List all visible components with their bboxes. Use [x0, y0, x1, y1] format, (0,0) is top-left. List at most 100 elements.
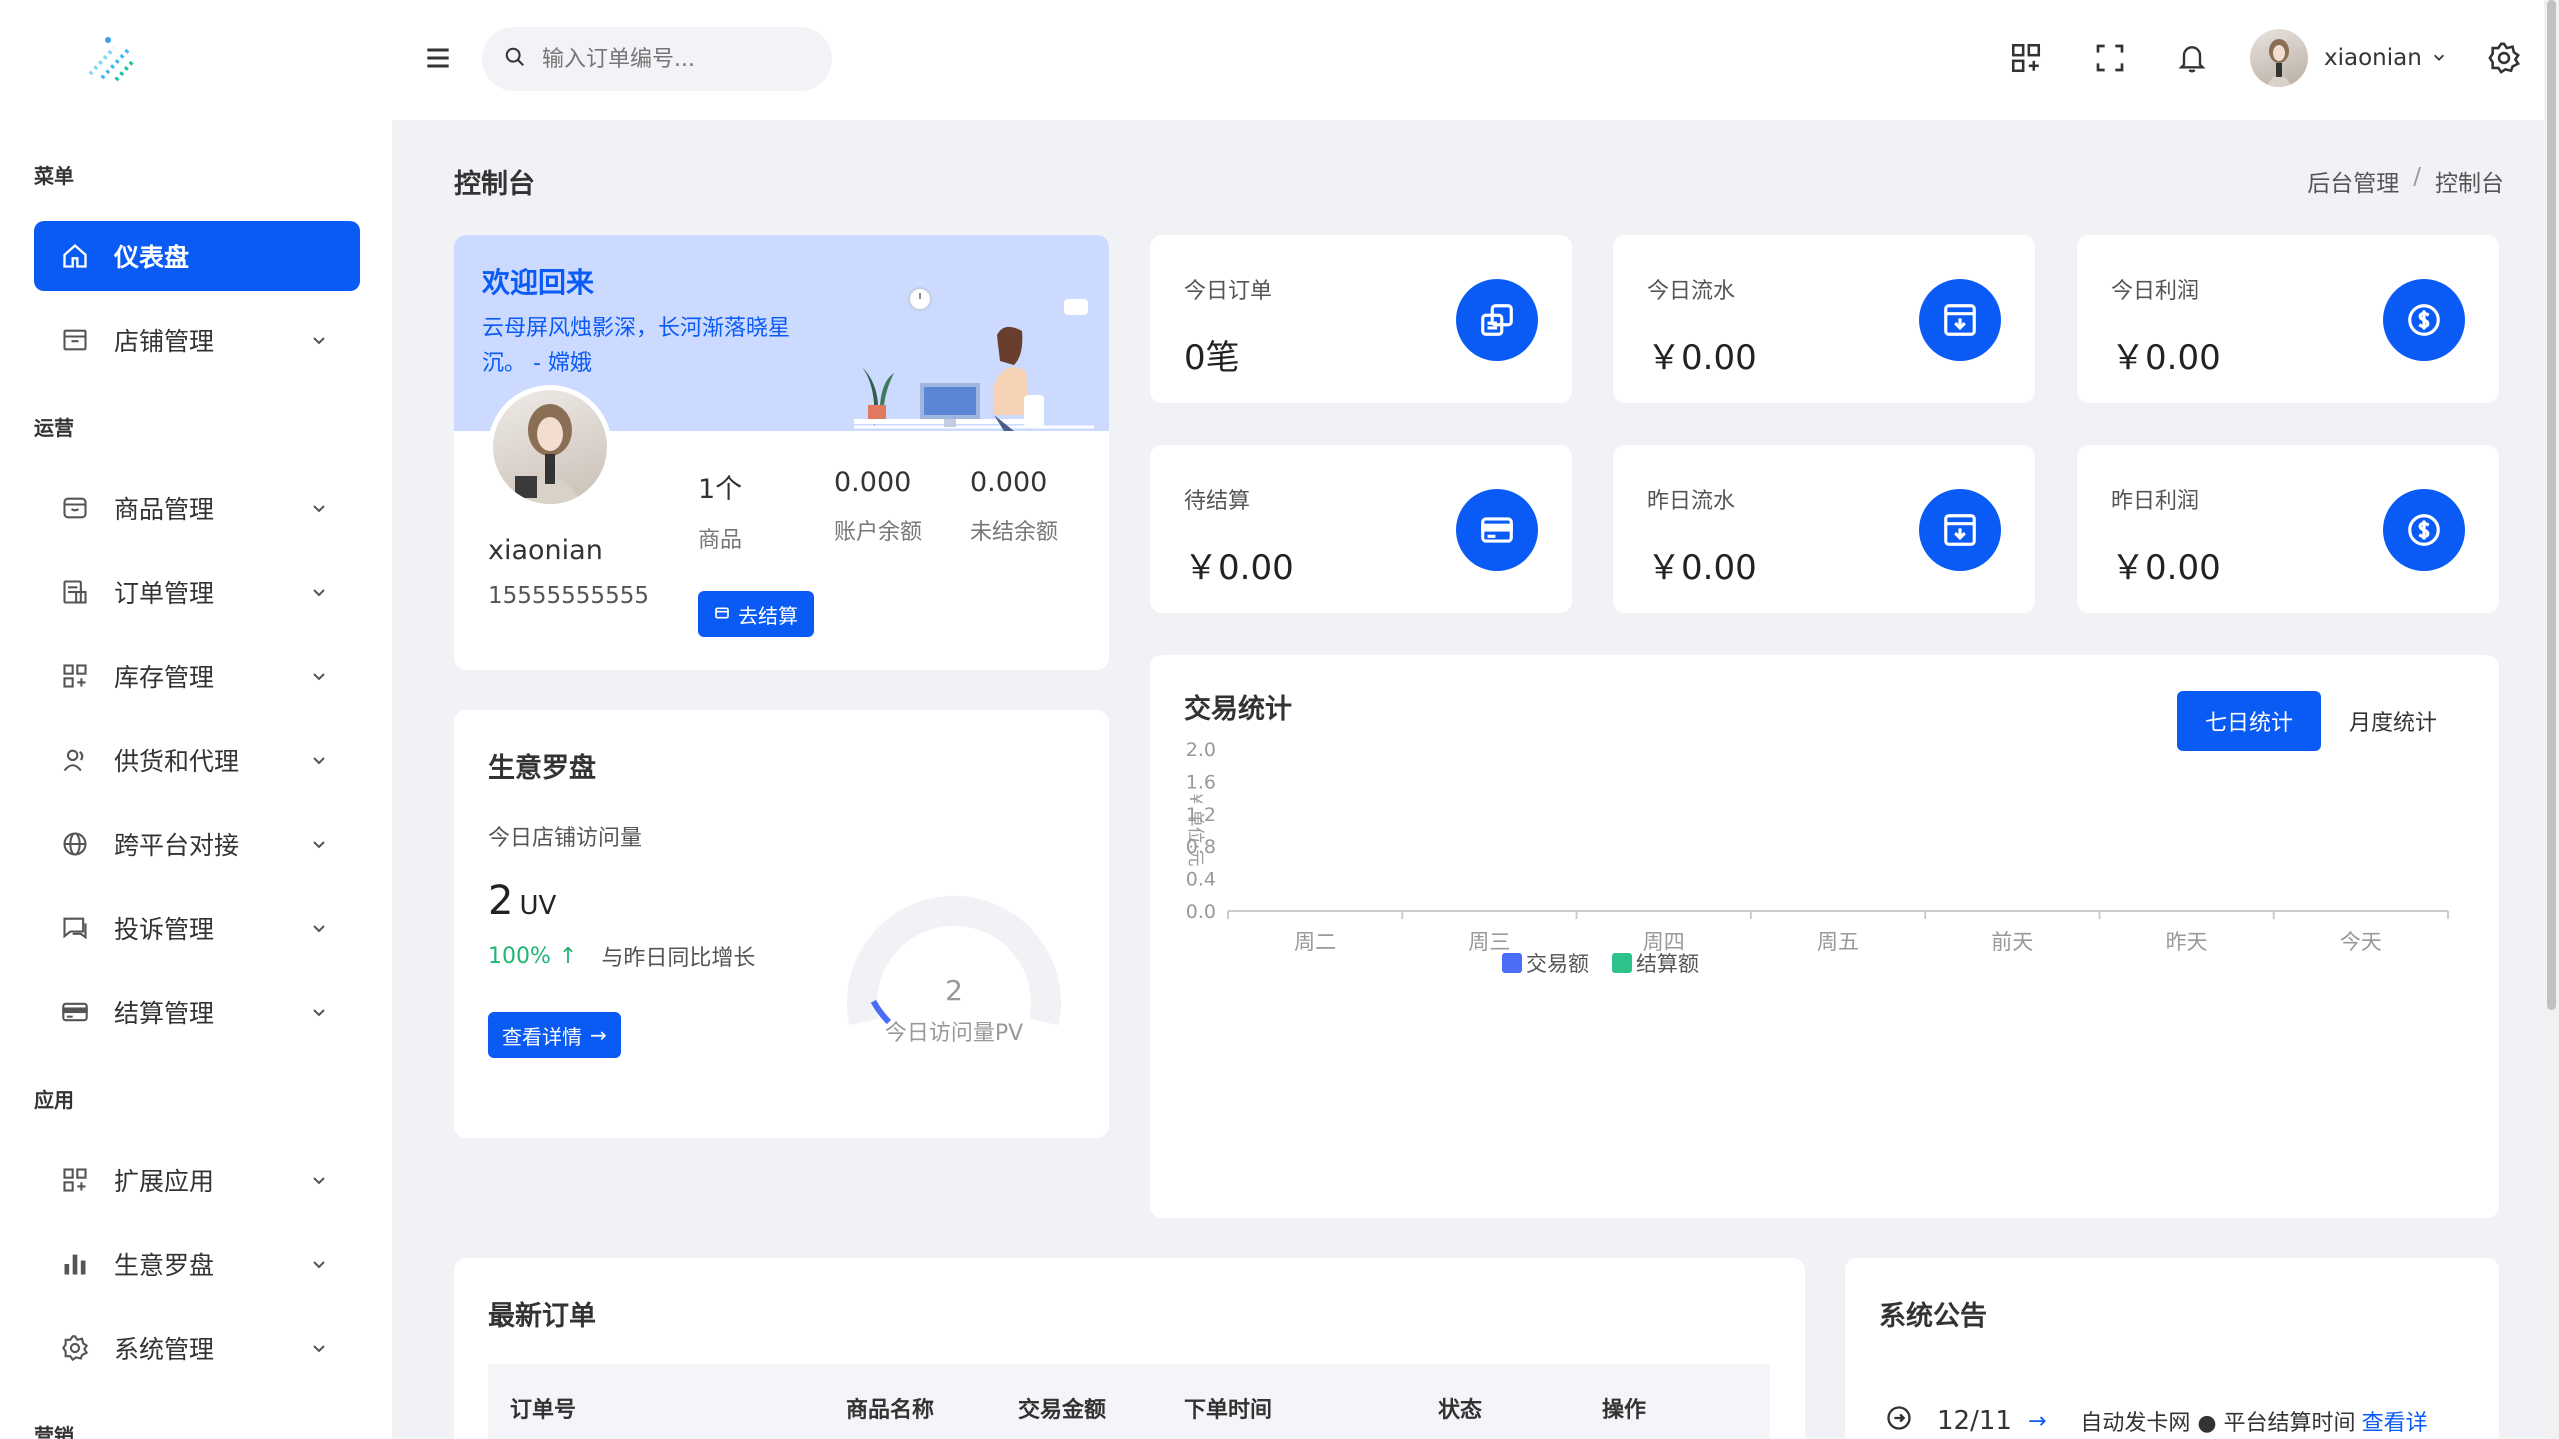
grid-icon	[60, 661, 90, 691]
sidebar-item-label: 跨平台对接	[114, 831, 240, 860]
y-tick-label: 0.4	[1186, 869, 1216, 891]
settle-button[interactable]: 去结算	[698, 591, 814, 637]
x-tick-label: 昨天	[2166, 930, 2208, 954]
kpi-value: ￥0.00	[2111, 548, 2221, 588]
menu-toggle-icon[interactable]	[422, 42, 454, 74]
sidebar-item-label: 系统管理	[114, 1335, 215, 1364]
kpi-value: 0笔	[1184, 338, 1240, 378]
stat-value: 0.000	[834, 467, 912, 498]
menu-group-label: 应用	[34, 1088, 74, 1112]
profile-name: xiaonian	[488, 535, 603, 566]
kpi-today-profit: 今日利润 ￥0.00	[2077, 235, 2499, 403]
search-input[interactable]	[542, 46, 802, 72]
stat-value: 0.000	[970, 467, 1048, 498]
sidebar-item-system[interactable]: 系统管理	[34, 1313, 360, 1383]
bar-chart-icon	[60, 1249, 90, 1279]
archive-icon	[1919, 279, 2001, 361]
dollar-icon	[2383, 279, 2465, 361]
compass-card: 生意罗盘 今日店铺访问量 2 UV 100% ↑ 与昨日同比增长 查看详情 → 2…	[454, 710, 1109, 1138]
sidebar-item-compass[interactable]: 生意罗盘	[34, 1229, 360, 1299]
page-scrollbar[interactable]	[2544, 0, 2559, 1439]
fullscreen-icon[interactable]	[2090, 38, 2130, 78]
welcome-card: 欢迎回来 云母屏风烛影深，长河渐落晓星沉。 - 嫦娥 xiaonian 1555…	[454, 235, 1109, 670]
dollar-icon	[2383, 489, 2465, 571]
sidebar-item-products[interactable]: 商品管理	[34, 473, 360, 543]
search-box[interactable]	[482, 27, 832, 91]
orders-title: 最新订单	[488, 1301, 596, 1332]
notice-item[interactable]: 12/11 → 自动发卡网 ● 平台结算时间 查看详	[1885, 1404, 2428, 1438]
kpi-yesterday-flow: 昨日流水 ￥0.00	[1613, 445, 2035, 613]
breadcrumb-item[interactable]: 后台管理	[2307, 164, 2399, 198]
trade-stats-card: 交易统计 七日统计 月度统计 0.0 0.4 0.8 1.2 1.6 2.0 ¥ 单位:元周…	[1150, 655, 2499, 1218]
bell-icon[interactable]	[2172, 38, 2212, 78]
kpi-value: ￥0.00	[1647, 548, 1757, 588]
growth-percent: 100%	[488, 943, 551, 969]
welcome-quote: 云母屏风烛影深，长河渐落晓星沉。 - 嫦娥	[482, 316, 791, 376]
sidebar-item-store[interactable]: 店铺管理	[34, 305, 360, 375]
chevron-down-icon	[306, 1335, 332, 1361]
sidebar-item-label: 投诉管理	[114, 915, 215, 944]
kpi-today-flow: 今日流水 ￥0.00	[1613, 235, 2035, 403]
gauge-label: 今日访问量PV	[885, 1021, 1023, 1046]
legend-label: 结算额	[1636, 952, 1699, 976]
users-icon	[60, 745, 90, 775]
sidebar-item-cross-platform[interactable]: 跨平台对接	[34, 809, 360, 879]
column-header: 操作	[1602, 1398, 1647, 1423]
sidebar-item-supply[interactable]: 供货和代理	[34, 725, 360, 795]
kpi-yesterday-profit: 昨日利润 ￥0.00	[2077, 445, 2499, 613]
column-header: 状态	[1438, 1398, 1483, 1423]
y-tick-label: 2.0	[1186, 739, 1216, 761]
x-tick-label: 前天	[1991, 930, 2033, 954]
arrow-up-icon: ↑	[558, 943, 578, 969]
menu-group-label: 运营	[34, 416, 74, 440]
profile-phone: 15555555555	[488, 583, 649, 609]
sidebar-item-orders[interactable]: 订单管理	[34, 557, 360, 627]
chevron-down-icon	[306, 915, 332, 941]
sidebar-item-complaints[interactable]: 投诉管理	[34, 893, 360, 963]
kpi-title: 今日订单	[1184, 279, 1273, 304]
view-details-label: 查看详情	[502, 1024, 582, 1049]
sidebar-item-label: 供货和代理	[114, 747, 240, 776]
stat-label: 未结余额	[970, 520, 1059, 545]
growth-text: 与昨日同比增长	[601, 946, 756, 971]
notice-link[interactable]: 查看详	[2362, 1405, 2428, 1437]
stat-balance: 0.000 账户余额	[834, 467, 922, 546]
sidebar-item-dashboard[interactable]: 仪表盘	[34, 221, 360, 291]
kpi-today-orders: 今日订单 0笔	[1150, 235, 1572, 403]
chevron-down-icon	[306, 747, 332, 773]
settings-gear-icon[interactable]	[2484, 38, 2524, 78]
y-tick-label: 0.0	[1186, 901, 1216, 923]
scrollbar-thumb[interactable]	[2547, 0, 2556, 1010]
sidebar: 菜单 仪表盘 店铺管理 运营 商品管理 订单管理 库存管理 供货和代理 跨平台对…	[0, 0, 392, 1439]
sidebar-item-extensions[interactable]: 扩展应用	[34, 1145, 360, 1215]
notice-title: 系统公告	[1879, 1301, 1987, 1332]
sidebar-item-label: 库存管理	[114, 663, 215, 692]
desk-illustration	[854, 285, 1094, 431]
chevron-down-icon	[306, 495, 332, 521]
logo[interactable]	[82, 34, 142, 84]
card-icon	[1456, 489, 1538, 571]
chevron-down-icon	[306, 831, 332, 857]
page-title: 控制台	[454, 169, 535, 200]
sidebar-item-label: 订单管理	[114, 579, 215, 608]
view-details-button[interactable]: 查看详情 →	[488, 1012, 621, 1058]
globe-icon	[60, 829, 90, 859]
trade-chart: 0.00.40.81.21.62.0¥ 单位:元周二 周三 周四 周五 前天 昨天 今天交易…	[1185, 739, 2449, 976]
search-icon	[504, 46, 526, 72]
qr-apps-icon[interactable]	[2006, 38, 2046, 78]
notice-date: 12/11	[1937, 1406, 2012, 1436]
x-tick-label: 周二	[1294, 930, 1336, 954]
user-menu[interactable]: xiaonian	[2250, 28, 2446, 88]
notice-text: 自动发卡网 ● 平台结算时间	[2080, 1411, 2356, 1436]
sidebar-item-settlement[interactable]: 结算管理	[34, 977, 360, 1047]
kpi-pending-settle: 待结算 ￥0.00	[1150, 445, 1572, 613]
growth-row: 100% ↑ 与昨日同比增长	[488, 940, 755, 972]
sidebar-item-label: 生意罗盘	[114, 1251, 215, 1280]
profile-avatar[interactable]	[488, 385, 612, 509]
orders-table-header: 订单号 商品名称 交易金额 下单时间 状态 操作	[488, 1364, 1770, 1439]
kpi-title: 今日流水	[1647, 279, 1736, 304]
breadcrumb-separator: /	[2413, 164, 2421, 190]
sidebar-item-label: 仪表盘	[114, 243, 190, 272]
sidebar-item-label: 扩展应用	[114, 1167, 215, 1196]
sidebar-item-inventory[interactable]: 库存管理	[34, 641, 360, 711]
